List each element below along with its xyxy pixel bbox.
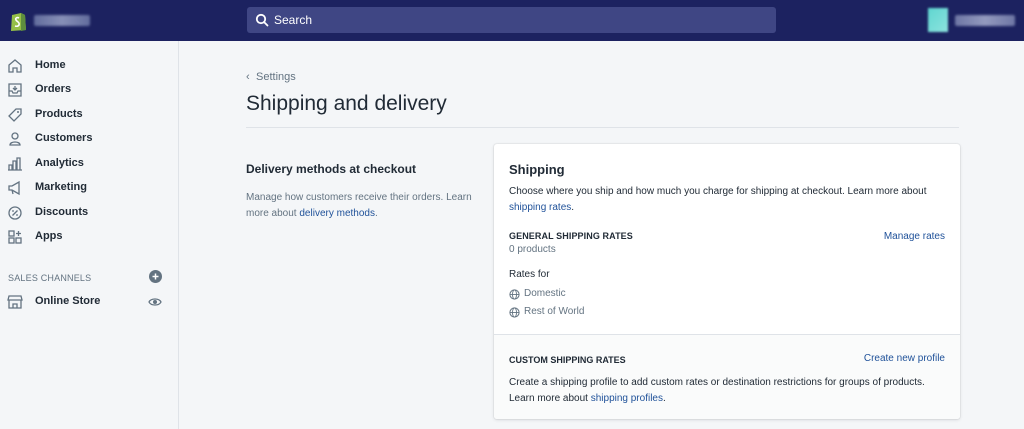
avatar[interactable] [928, 8, 948, 32]
page-title: Shipping and delivery [246, 92, 447, 115]
sidebar-item-label: Analytics [35, 157, 84, 169]
breadcrumb-label: Settings [256, 71, 296, 83]
sidebar-item-label: Apps [35, 230, 63, 242]
person-icon [9, 132, 21, 146]
home-icon [8, 59, 22, 73]
sidebar-item-customers[interactable]: Customers [0, 127, 178, 151]
sidebar-item-label: Discounts [35, 206, 89, 218]
sales-channels-heading: SALES CHANNELS [8, 273, 92, 283]
general-shipping-rates-heading: GENERAL SHIPPING RATES [509, 231, 633, 241]
sidebar-item-label: Home [35, 59, 66, 71]
sidebar-item-discounts[interactable]: Discounts [0, 201, 178, 225]
sidebar-item-products[interactable]: Products [0, 103, 178, 127]
sidebar-item-label: Products [35, 108, 83, 120]
divider [246, 127, 959, 128]
card-title: Shipping [509, 162, 565, 177]
user-name[interactable] [955, 15, 1015, 26]
shipping-card: Shipping Choose where you ship and how m… [494, 144, 960, 419]
shopify-logo-icon[interactable] [8, 10, 28, 32]
orders-icon [8, 83, 22, 97]
sidebar-item-label: Orders [35, 83, 72, 95]
zone-label: Domestic [524, 288, 566, 299]
custom-desc-end: . [662, 393, 666, 404]
section-title: Delivery methods at checkout [246, 162, 417, 176]
sidebar-item-marketing[interactable]: Marketing [0, 176, 178, 200]
sidebar-item-apps[interactable]: Apps [0, 225, 178, 249]
top-bar: Search [0, 0, 1024, 41]
sidebar-item-label: Online Store [35, 295, 101, 307]
delivery-methods-link[interactable]: delivery methods [299, 208, 375, 219]
add-sales-channel-icon[interactable] [149, 270, 162, 283]
sidebar: Home Orders Products Customers Analytics… [0, 41, 179, 429]
megaphone-icon [8, 180, 20, 196]
sidebar-item-analytics[interactable]: Analytics [0, 152, 178, 176]
search-bar[interactable]: Search [247, 7, 776, 33]
card-desc-end: . [571, 202, 575, 213]
custom-shipping-rates-heading: CUSTOM SHIPPING RATES [509, 355, 626, 365]
eye-icon[interactable] [148, 295, 162, 309]
custom-rates-section: CUSTOM SHIPPING RATES Create new profile… [494, 334, 960, 419]
globe-icon [509, 289, 520, 300]
manage-rates-link[interactable]: Manage rates [884, 231, 945, 242]
sidebar-item-label: Marketing [35, 181, 87, 193]
sidebar-item-label: Customers [35, 132, 93, 144]
discount-icon [8, 206, 22, 220]
shipping-profiles-link[interactable]: shipping profiles [591, 393, 663, 404]
custom-desc-text: Create a shipping profile to add custom … [509, 377, 925, 404]
apps-icon [8, 230, 22, 244]
section-desc-end: . [374, 208, 378, 219]
card-description: Choose where you ship and how much you c… [509, 184, 949, 216]
store-icon [7, 295, 23, 309]
create-new-profile-link[interactable]: Create new profile [864, 353, 945, 364]
store-name[interactable] [34, 15, 90, 26]
general-product-count: 0 products [509, 244, 556, 255]
search-icon [255, 13, 269, 27]
custom-rates-description: Create a shipping profile to add custom … [509, 375, 949, 407]
search-placeholder: Search [274, 13, 313, 27]
chevron-left-icon: ‹ [246, 71, 250, 83]
rates-for-label: Rates for [509, 269, 550, 280]
zone-label: Rest of World [524, 306, 585, 317]
sidebar-item-orders[interactable]: Orders [0, 78, 178, 102]
card-desc-text: Choose where you ship and how much you c… [509, 186, 927, 197]
section-description: Manage how customers receive their order… [246, 190, 476, 222]
breadcrumb[interactable]: ‹ Settings [246, 71, 296, 83]
globe-icon [509, 307, 520, 318]
sidebar-item-home[interactable]: Home [0, 54, 178, 78]
tag-icon [8, 108, 22, 122]
shipping-rates-link[interactable]: shipping rates [509, 202, 571, 213]
bar-chart-icon [8, 157, 22, 171]
